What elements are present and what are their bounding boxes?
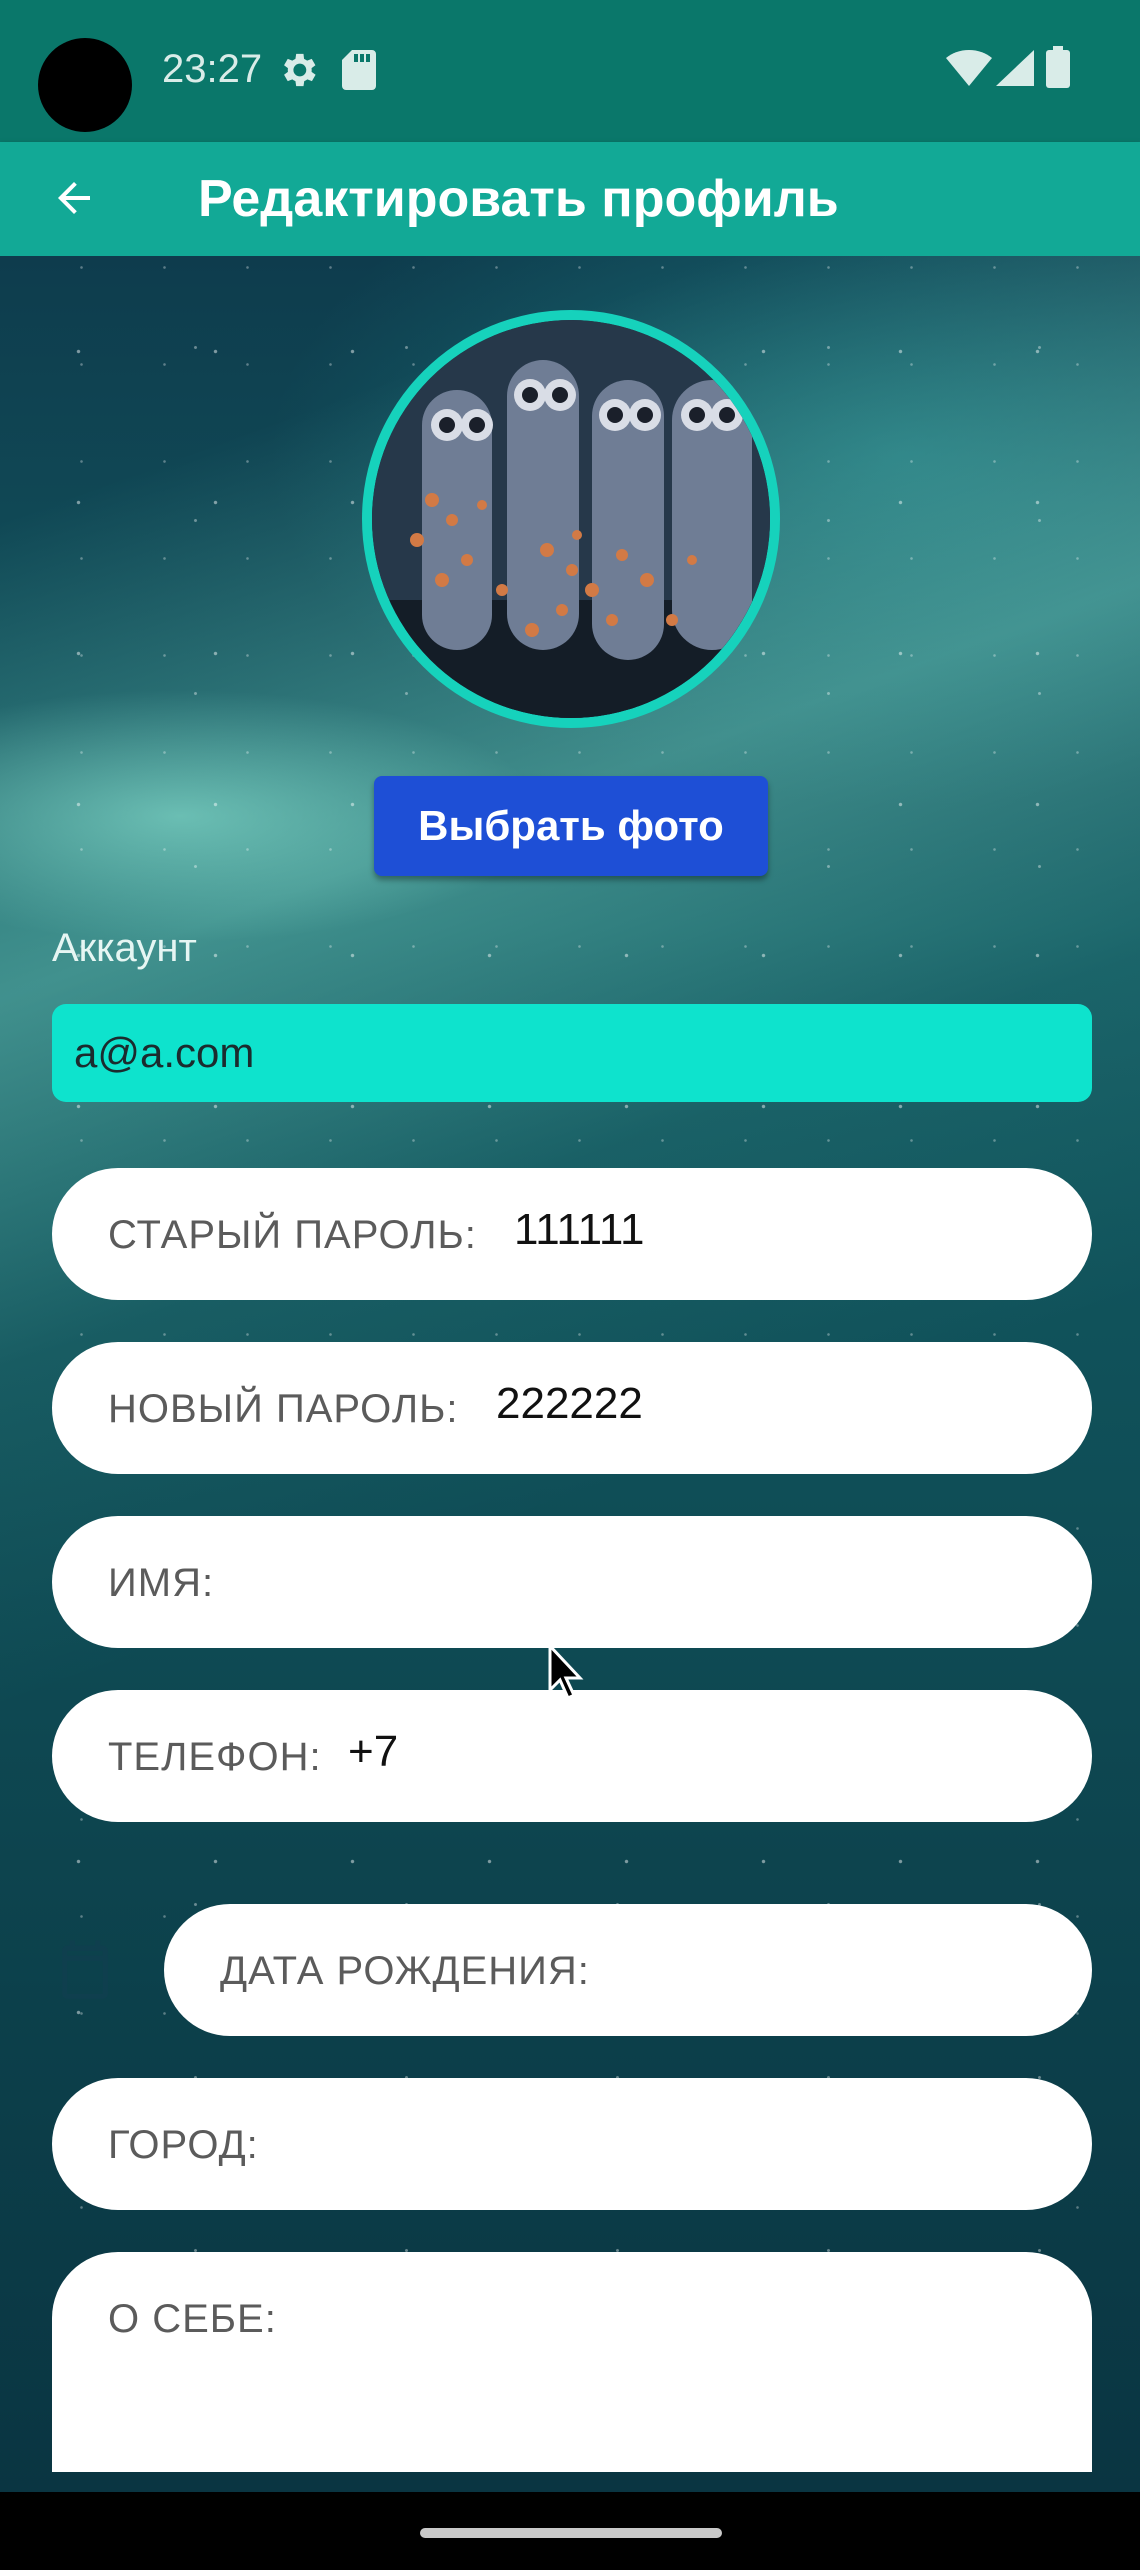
home-gesture-handle[interactable] <box>420 2528 722 2538</box>
phone-value[interactable]: +7 <box>348 1726 398 1778</box>
about-label: О СЕБЕ: <box>108 2297 277 2341</box>
app-bar: Редактировать профиль <box>0 142 1140 256</box>
battery-icon <box>1046 46 1070 93</box>
wifi-icon <box>946 50 992 91</box>
signal-icon <box>996 50 1034 91</box>
city-field[interactable]: ГОРОД: <box>52 2078 1092 2210</box>
new-password-field[interactable]: НОВЫЙ ПАРОЛЬ: 222222 <box>52 1342 1092 1474</box>
status-bar: 23:27 <box>0 0 1140 142</box>
avatar-photo <box>372 320 770 718</box>
account-section-label: Аккаунт <box>52 926 197 970</box>
page-title: Редактировать профиль <box>198 170 839 228</box>
name-field[interactable]: ИМЯ: <box>52 1516 1092 1648</box>
phone-label: ТЕЛЕФОН: <box>108 1735 322 1779</box>
camera-cutout <box>38 38 132 132</box>
name-label: ИМЯ: <box>108 1561 215 1605</box>
sd-card-icon <box>342 50 376 95</box>
profile-form[interactable]: Выбрать фото Аккаунт a@a.com СТАРЫЙ ПАРО… <box>0 256 1140 2492</box>
about-field[interactable]: О СЕБЕ: <box>52 2252 1092 2472</box>
settings-gear-icon <box>276 48 320 97</box>
old-password-label: СТАРЫЙ ПАРОЛЬ: <box>108 1213 477 1257</box>
arrow-left-icon[interactable] <box>50 174 98 227</box>
account-email-value: a@a.com <box>74 1029 255 1076</box>
new-password-label: НОВЫЙ ПАРОЛЬ: <box>108 1387 459 1431</box>
birth-date-label: ДАТА РОЖДЕНИЯ: <box>220 1949 590 1993</box>
city-label: ГОРОД: <box>108 2123 259 2167</box>
account-email-field: a@a.com <box>52 1004 1092 1102</box>
choose-photo-button[interactable]: Выбрать фото <box>374 776 768 876</box>
calendar-icon[interactable] <box>54 1938 116 2009</box>
new-password-value[interactable]: 222222 <box>496 1378 643 1430</box>
avatar[interactable] <box>362 310 780 728</box>
old-password-value[interactable]: 111111 <box>514 1204 645 1256</box>
mouse-pointer-icon <box>548 1642 586 1705</box>
status-time: 23:27 <box>162 47 263 91</box>
birth-date-field[interactable]: ДАТА РОЖДЕНИЯ: <box>164 1904 1092 2036</box>
phone-field[interactable]: ТЕЛЕФОН: +7 <box>52 1690 1092 1822</box>
old-password-field[interactable]: СТАРЫЙ ПАРОЛЬ: 111111 <box>52 1168 1092 1300</box>
